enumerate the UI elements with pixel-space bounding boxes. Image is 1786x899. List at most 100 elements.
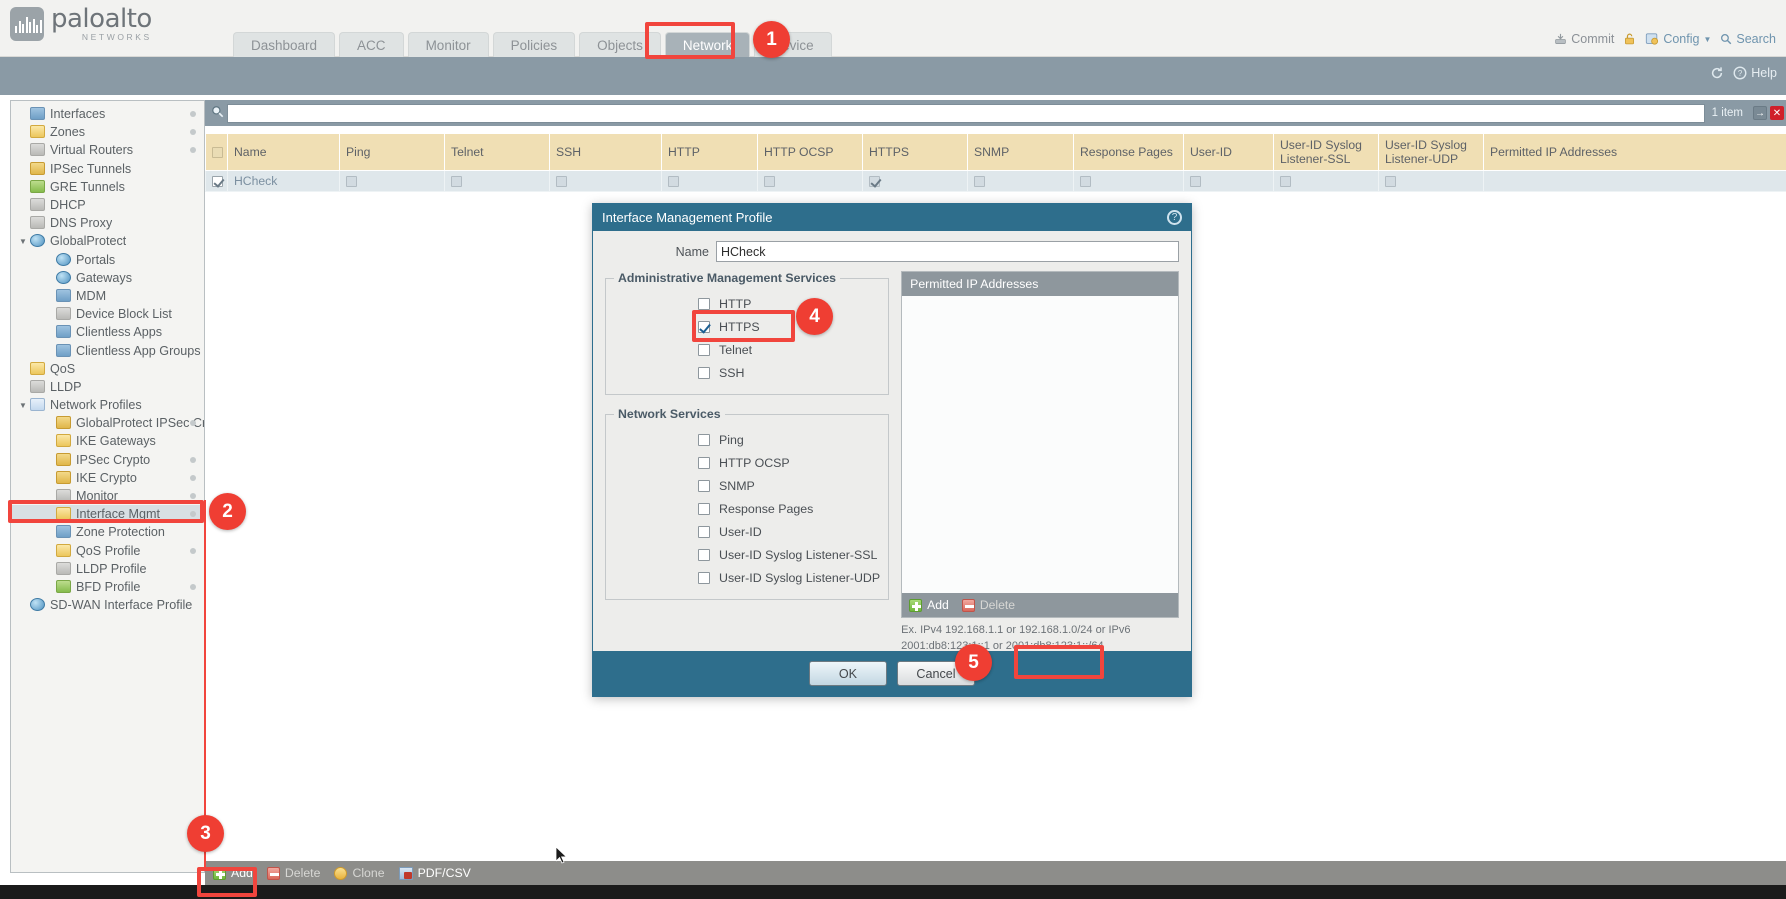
tab-acc[interactable]: ACC (339, 32, 404, 57)
response-pages-checkbox[interactable] (698, 503, 710, 515)
sidebar-item-ipsec-tunnels[interactable]: IPSec Tunnels (11, 160, 204, 178)
refresh-button[interactable] (1710, 66, 1724, 80)
sidebar-item-zone-protection[interactable]: Zone Protection (11, 523, 204, 541)
sidebar-item-globalprotect-ipsec-crypto[interactable]: GlobalProtect IPSec Crypto (11, 414, 204, 432)
syslog-udp-checkbox[interactable] (698, 572, 710, 584)
col-http-ocsp[interactable]: HTTP OCSP (758, 134, 863, 171)
tab-objects[interactable]: Objects (579, 32, 661, 57)
ping-checkbox[interactable] (698, 434, 710, 446)
clear-filter-button[interactable]: ✕ (1770, 106, 1784, 120)
col-permitted-ips[interactable]: Permitted IP Addresses (1484, 134, 1786, 171)
sidebar-item-lldp[interactable]: LLDP (11, 378, 204, 396)
tab-monitor[interactable]: Monitor (408, 32, 489, 57)
delete-button[interactable]: Delete (267, 866, 321, 880)
checkbox-row-syslog-ssl[interactable]: User-ID Syslog Listener-SSL (614, 543, 880, 566)
col-user-id[interactable]: User-ID (1184, 134, 1274, 171)
col-syslog-udp[interactable]: User-ID Syslog Listener-UDP (1379, 134, 1484, 171)
search-input[interactable] (227, 104, 1705, 123)
expand-filter-button[interactable]: → (1753, 106, 1767, 120)
sidebar-item-device-block-list[interactable]: Device Block List (11, 305, 204, 323)
sidebar-item-sd-wan-interface-profile[interactable]: SD-WAN Interface Profile (11, 596, 204, 614)
sidebar-item-clientless-apps[interactable]: Clientless Apps (11, 323, 204, 341)
sidebar-item-virtual-routers[interactable]: Virtual Routers (11, 141, 204, 159)
chevron-down-icon[interactable]: ▼ (19, 237, 30, 246)
sidebar-item-gateways[interactable]: Gateways (11, 269, 204, 287)
sidebar-item-gre-tunnels[interactable]: GRE Tunnels (11, 178, 204, 196)
sidebar-item-portals[interactable]: Portals (11, 251, 204, 269)
sidebar-item-zones[interactable]: Zones (11, 123, 204, 141)
checkbox-row-snmp[interactable]: SNMP (614, 474, 880, 497)
ok-button[interactable]: OK (809, 661, 887, 686)
ssh-checkbox[interactable] (698, 367, 710, 379)
select-all-checkbox[interactable] (212, 147, 223, 158)
help-icon[interactable]: ? (1167, 210, 1182, 225)
col-https[interactable]: HTTPS (863, 134, 968, 171)
http-ocsp-checkbox[interactable] (698, 457, 710, 469)
search-button[interactable]: Search (1720, 32, 1776, 46)
col-snmp[interactable]: SNMP (968, 134, 1074, 171)
http-checkbox[interactable] (698, 298, 710, 310)
col-ssh[interactable]: SSH (550, 134, 662, 171)
col-response-pages[interactable]: Response Pages (1074, 134, 1184, 171)
snmp-checkbox[interactable] (698, 480, 710, 492)
table-row[interactable]: HCheck (206, 171, 1786, 192)
https-checkbox[interactable] (698, 321, 710, 333)
checkbox-row-telnet[interactable]: Telnet (614, 338, 880, 361)
sidebar-item-qos-profile[interactable]: QoS Profile (11, 542, 204, 560)
sidebar-item-ike-gateways[interactable]: IKE Gateways (11, 432, 204, 450)
col-http[interactable]: HTTP (662, 134, 758, 171)
sidebar-item-ipsec-crypto[interactable]: IPSec Crypto (11, 451, 204, 469)
chevron-down-icon[interactable]: ▼ (19, 401, 30, 410)
checkbox-row-http-ocsp[interactable]: HTTP OCSP (614, 451, 880, 474)
checkbox-row-syslog-udp[interactable]: User-ID Syslog Listener-UDP (614, 566, 880, 589)
sidebar-item-clientless-app-groups[interactable]: Clientless App Groups (11, 341, 204, 359)
config-dropdown[interactable]: Config ▼ (1645, 32, 1711, 46)
tab-dashboard[interactable]: Dashboard (233, 32, 335, 57)
sidebar-item-dns-proxy[interactable]: DNS Proxy (11, 214, 204, 232)
sidebar-item-interfaces[interactable]: Interfaces (11, 105, 204, 123)
checkbox-row-response-pages[interactable]: Response Pages (614, 497, 880, 520)
sidebar-item-ike-crypto[interactable]: IKE Crypto (11, 469, 204, 487)
commit-button[interactable]: Commit (1554, 32, 1614, 46)
navigation-sidebar[interactable]: InterfacesZonesVirtual RoutersIPSec Tunn… (10, 100, 205, 873)
sidebar-item-label: GlobalProtect IPSec Crypto (76, 416, 204, 430)
user-id-checkbox[interactable] (698, 526, 710, 538)
sidebar-item-globalprotect[interactable]: ▼GlobalProtect (11, 232, 204, 250)
sidebar-item-interface-mgmt[interactable]: Interface Mgmt (11, 505, 204, 523)
row-select-checkbox[interactable] (212, 176, 223, 187)
permitted-ip-list[interactable] (902, 296, 1178, 593)
help-button[interactable]: ? Help (1733, 66, 1777, 80)
col-syslog-ssl[interactable]: User-ID Syslog Listener-SSL (1274, 134, 1379, 171)
sidebar-item-bfd-profile[interactable]: BFD Profile (11, 578, 204, 596)
sidebar-item-mdm[interactable]: MDM (11, 287, 204, 305)
sidebar-item-lldp-profile[interactable]: LLDP Profile (11, 560, 204, 578)
checkbox-row-ssh[interactable]: SSH (614, 361, 880, 384)
cell-telnet (445, 171, 550, 192)
sidebar-item-dhcp[interactable]: DHCP (11, 196, 204, 214)
select-all-header[interactable] (206, 134, 228, 171)
checkbox-row-user-id[interactable]: User-ID (614, 520, 880, 543)
col-name[interactable]: Name (228, 134, 340, 171)
permitted-ip-add-button[interactable]: Add (909, 598, 949, 612)
cell-name: HCheck (228, 171, 340, 192)
tab-network[interactable]: Network (665, 32, 751, 57)
permitted-ip-delete-button[interactable]: Delete (962, 598, 1015, 612)
checkbox-row-https[interactable]: HTTPS (614, 315, 880, 338)
pdf-csv-button[interactable]: PDF/CSV (399, 866, 471, 880)
sidebar-item-qos[interactable]: QoS (11, 360, 204, 378)
clone-button[interactable]: Clone (334, 866, 384, 880)
checkbox-row-http[interactable]: HTTP (614, 292, 880, 315)
tab-policies[interactable]: Policies (493, 32, 576, 57)
table-header-row: Name Ping Telnet SSH HTTP HTTP OCSP HTTP… (206, 134, 1786, 171)
col-ping[interactable]: Ping (340, 134, 445, 171)
lock-icon[interactable] (1623, 32, 1636, 46)
checkbox-row-ping[interactable]: Ping (614, 428, 880, 451)
sidebar-item-network-profiles[interactable]: ▼Network Profiles (11, 396, 204, 414)
add-button[interactable]: Add (213, 866, 253, 880)
row-select-cell[interactable] (206, 171, 228, 192)
name-input[interactable] (716, 241, 1179, 262)
syslog-ssl-checkbox[interactable] (698, 549, 710, 561)
col-telnet[interactable]: Telnet (445, 134, 550, 171)
sidebar-item-monitor[interactable]: Monitor (11, 487, 204, 505)
telnet-checkbox[interactable] (698, 344, 710, 356)
